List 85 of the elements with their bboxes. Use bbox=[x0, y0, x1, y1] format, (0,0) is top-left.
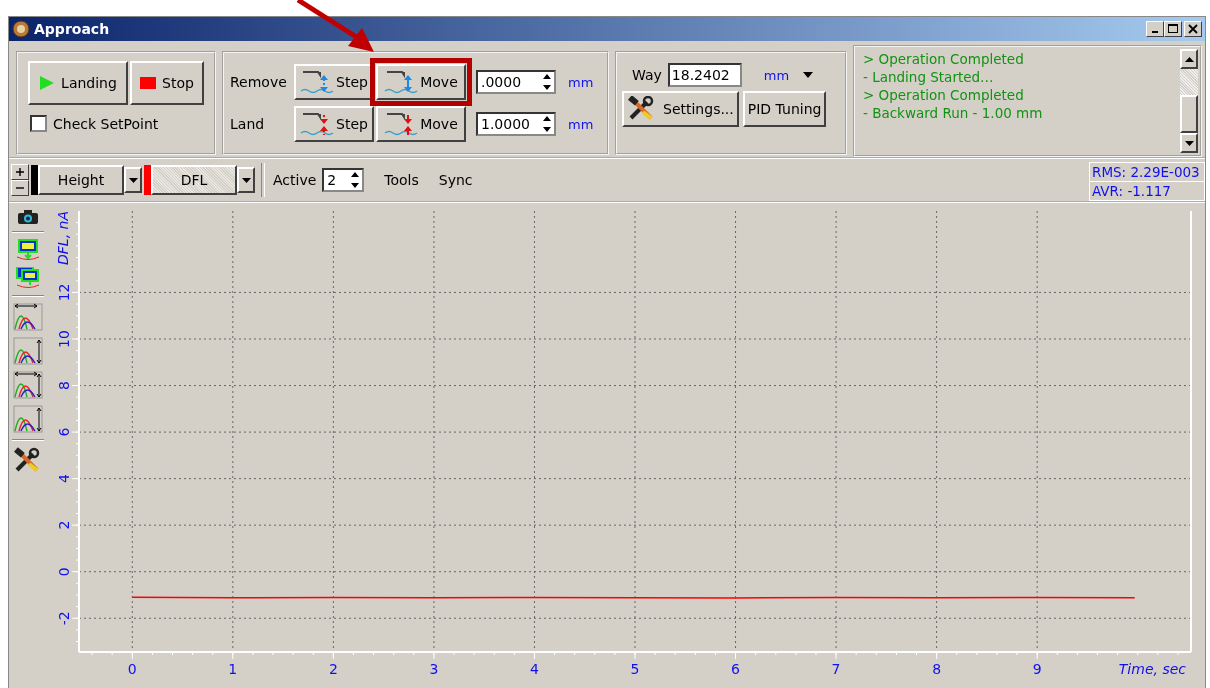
unit-label: mm bbox=[568, 116, 594, 132]
spin-arrows-icon bbox=[542, 115, 552, 133]
y-tick-label: 8 bbox=[56, 381, 72, 390]
active-field[interactable]: 2 bbox=[322, 168, 365, 192]
surface-arrow-icon bbox=[384, 69, 419, 95]
app-icon bbox=[12, 20, 30, 38]
maximize-icon bbox=[1168, 24, 1178, 34]
x-tick-label: 9 bbox=[1032, 661, 1042, 677]
distance-field[interactable]: 1.0000 bbox=[476, 112, 556, 136]
value-displays-icon[interactable] bbox=[16, 267, 40, 289]
window-title: Approach bbox=[34, 21, 110, 37]
stat-readout: RMS: 2.29E-003 bbox=[1091, 163, 1201, 181]
x-tick-label: 3 bbox=[429, 661, 439, 677]
log-line: > Operation Completed bbox=[863, 50, 1025, 68]
maximize-button[interactable] bbox=[1164, 21, 1182, 37]
y-axis-title: DFL, nA bbox=[55, 211, 71, 265]
y-tick-label: 10 bbox=[56, 330, 72, 348]
way-button[interactable]: Settings... bbox=[622, 91, 739, 127]
scroll-down-icon[interactable] bbox=[1184, 140, 1194, 146]
stop-icon bbox=[140, 77, 157, 89]
x-axis-title: Time, sec bbox=[1118, 661, 1186, 677]
zoom-in-button[interactable] bbox=[11, 164, 29, 180]
y-tick-label: -2 bbox=[56, 611, 72, 626]
minimize-button[interactable] bbox=[1146, 21, 1164, 37]
scrollbar[interactable] bbox=[1180, 47, 1200, 155]
spin-arrows-icon bbox=[542, 73, 552, 91]
scroll-up-icon[interactable] bbox=[1184, 56, 1194, 62]
way-field[interactable]: 18.2402 bbox=[667, 63, 742, 87]
way-button[interactable]: PID Tuning bbox=[742, 91, 827, 127]
log-line: - Backward Run - 1.00 mm bbox=[863, 104, 1044, 122]
toolbar-menu-item[interactable]: Tools bbox=[384, 172, 419, 188]
surface-arrow-icon bbox=[300, 69, 335, 95]
unit-label: mm bbox=[568, 74, 594, 90]
distance-field[interactable]: .0000 bbox=[476, 70, 556, 94]
minimize-icon bbox=[1152, 31, 1158, 33]
x-tick-label: 7 bbox=[831, 661, 841, 677]
toolbar-menu-item[interactable]: Sync bbox=[438, 172, 473, 188]
spin-arrows-icon bbox=[350, 171, 361, 189]
x-tick-label: 6 bbox=[731, 661, 740, 677]
run-button[interactable]: Landing bbox=[28, 61, 128, 105]
curve-scale-icon[interactable] bbox=[13, 371, 43, 399]
y-tick-label: 6 bbox=[56, 427, 72, 437]
motion-button[interactable]: Move bbox=[376, 106, 466, 142]
x-tick-label: 8 bbox=[932, 661, 942, 677]
y-tick-label: 0 bbox=[56, 567, 72, 577]
curve-scale-icon[interactable] bbox=[13, 405, 43, 433]
y-tick-label: 2 bbox=[56, 520, 72, 530]
row-label: Remove bbox=[230, 74, 288, 90]
way-label: Way bbox=[632, 67, 662, 83]
channel-select[interactable]: Height bbox=[38, 165, 124, 195]
unit-label: mm bbox=[763, 67, 790, 83]
row-label: Land bbox=[230, 116, 266, 132]
y-tick-label: 4 bbox=[56, 474, 72, 484]
log-line: > Operation Completed bbox=[863, 86, 1025, 104]
dropdown-arrow-icon[interactable] bbox=[803, 72, 814, 78]
camera-icon[interactable] bbox=[17, 209, 39, 225]
close-button[interactable] bbox=[1184, 21, 1202, 37]
y-tick-label: 12 bbox=[56, 283, 72, 302]
curve-scale-icon[interactable] bbox=[13, 337, 43, 365]
x-tick-label: 1 bbox=[228, 661, 238, 677]
motion-button[interactable]: Step bbox=[294, 106, 374, 142]
value-display-icon[interactable] bbox=[16, 239, 40, 261]
curve-scale-icon[interactable] bbox=[13, 303, 43, 331]
x-tick-label: 2 bbox=[328, 661, 338, 677]
x-tick-label: 4 bbox=[530, 661, 539, 677]
plus-icon bbox=[16, 168, 24, 176]
close-icon bbox=[1188, 24, 1198, 34]
x-tick-label: 5 bbox=[630, 661, 640, 677]
dropdown-button[interactable] bbox=[124, 167, 142, 193]
surface-arrow-icon bbox=[300, 111, 335, 137]
stat-readout: AVR: -1.117 bbox=[1090, 181, 1204, 200]
checkbox-label: Check SetPoint bbox=[53, 115, 159, 132]
channel-select[interactable]: DFL bbox=[151, 165, 237, 195]
dropdown-button[interactable] bbox=[237, 167, 255, 193]
surface-arrow-icon bbox=[384, 111, 419, 137]
play-icon bbox=[39, 75, 56, 91]
log-line: - Landing Started… bbox=[863, 68, 995, 86]
run-button[interactable]: Stop bbox=[130, 61, 204, 105]
zoom-out-button[interactable] bbox=[11, 180, 29, 196]
caret-icon bbox=[128, 177, 138, 183]
minus-icon bbox=[16, 184, 24, 192]
active-label: Active bbox=[273, 172, 317, 188]
checkbox[interactable] bbox=[30, 115, 47, 132]
caret-icon bbox=[241, 177, 251, 183]
x-tick-label: 0 bbox=[127, 661, 137, 677]
